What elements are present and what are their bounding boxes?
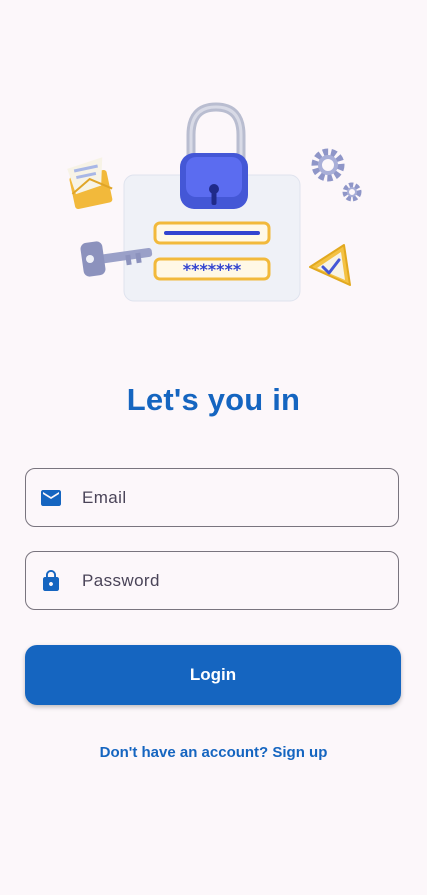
password-mask: ******* <box>183 260 242 279</box>
email-field[interactable]: Email <box>25 468 399 527</box>
checkmark-triangle-icon <box>309 244 351 286</box>
login-button[interactable]: Login <box>25 645 401 705</box>
lock-icon <box>43 570 59 591</box>
email-placeholder: Email <box>82 488 127 507</box>
page-title: Let's you in <box>126 382 301 417</box>
password-placeholder: Password <box>82 571 160 590</box>
envelope-icon <box>67 157 113 210</box>
password-field[interactable]: Password <box>25 551 399 610</box>
signup-link[interactable]: Don't have an account? Sign up <box>0 744 427 761</box>
login-illustration: ******* <box>67 102 362 302</box>
mail-icon <box>41 490 61 506</box>
gears-icon <box>311 148 362 202</box>
